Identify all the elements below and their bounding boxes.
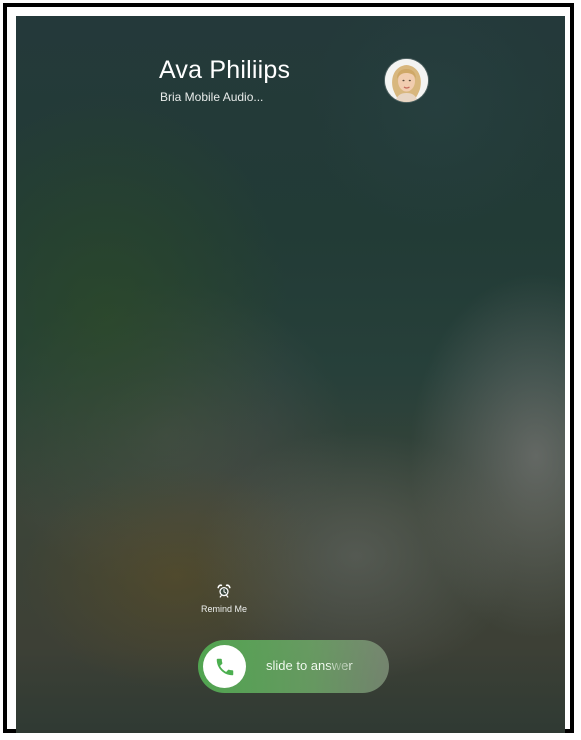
slide-to-answer-label: slide to answer bbox=[266, 658, 353, 673]
slide-to-answer-slider[interactable]: slide to answer bbox=[198, 640, 389, 693]
remind-me-button[interactable]: Remind Me bbox=[192, 584, 256, 614]
phone-icon bbox=[216, 658, 233, 675]
call-app-name: Bria Mobile Audio... bbox=[160, 90, 264, 104]
answer-knob[interactable] bbox=[203, 645, 246, 688]
avatar-portrait bbox=[385, 59, 428, 102]
alarm-clock-icon bbox=[217, 584, 231, 598]
caller-name: Ava Philiips bbox=[159, 56, 291, 84]
remind-me-label: Remind Me bbox=[200, 604, 247, 614]
incoming-call-screen: Ava Philiips Bria Mobile Audio... Remind… bbox=[16, 16, 565, 733]
caller-avatar bbox=[385, 59, 428, 102]
